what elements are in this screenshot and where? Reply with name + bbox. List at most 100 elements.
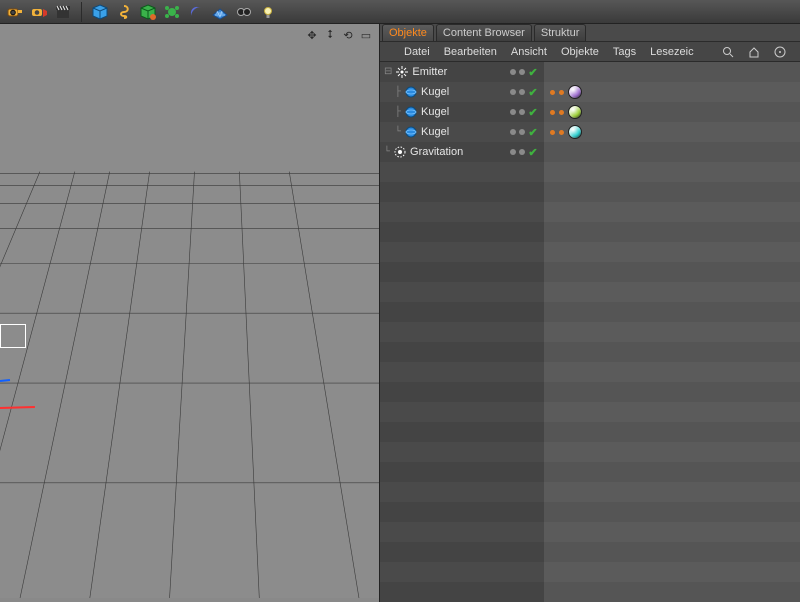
empty-row bbox=[544, 462, 800, 482]
empty-row bbox=[380, 302, 504, 322]
clapper-icon[interactable] bbox=[52, 1, 74, 23]
empty-row bbox=[544, 542, 800, 562]
empty-row bbox=[380, 202, 504, 222]
enable-check-icon[interactable]: ✔ bbox=[528, 146, 537, 159]
vis-dot-render-icon[interactable] bbox=[519, 89, 525, 95]
tab-label: Content Browser bbox=[443, 27, 525, 39]
empty-row bbox=[504, 502, 544, 522]
empty-row bbox=[504, 282, 544, 302]
visibility-cell[interactable]: ✔ bbox=[504, 62, 544, 82]
vis-dot-render-icon[interactable] bbox=[519, 109, 525, 115]
enable-check-icon[interactable]: ✔ bbox=[528, 66, 537, 79]
empty-row bbox=[544, 242, 800, 262]
panel-menu: Datei Bearbeiten Ansicht Objekte Tags Le… bbox=[380, 42, 800, 62]
empty-row bbox=[504, 362, 544, 382]
visibility-cell[interactable]: ✔ bbox=[504, 142, 544, 162]
array-icon[interactable] bbox=[161, 1, 183, 23]
vp-move-icon[interactable]: ✥ bbox=[305, 28, 319, 42]
spiral-icon[interactable] bbox=[113, 1, 135, 23]
empty-row bbox=[504, 582, 544, 602]
material-tag-icon[interactable] bbox=[568, 125, 582, 139]
menu-tags[interactable]: Tags bbox=[613, 46, 636, 58]
tree-item[interactable]: └Kugel bbox=[380, 122, 504, 142]
cube-physics-icon[interactable] bbox=[137, 1, 159, 23]
floor-icon[interactable] bbox=[209, 1, 231, 23]
visibility-cell[interactable]: ✔ bbox=[504, 102, 544, 122]
tree-item[interactable]: ├Kugel bbox=[380, 102, 504, 122]
enable-check-icon[interactable]: ✔ bbox=[528, 106, 537, 119]
sphere-icon bbox=[404, 105, 418, 119]
enable-check-icon[interactable]: ✔ bbox=[528, 86, 537, 99]
tab-objekte[interactable]: Objekte bbox=[382, 24, 434, 41]
sphere-icon bbox=[404, 125, 418, 139]
tree-item[interactable]: └Gravitation bbox=[380, 142, 504, 162]
empty-row bbox=[504, 302, 544, 322]
bend-icon[interactable] bbox=[185, 1, 207, 23]
tag-cell[interactable] bbox=[544, 122, 800, 142]
menu-datei[interactable]: Datei bbox=[404, 46, 430, 58]
empty-row bbox=[380, 582, 504, 602]
empty-row bbox=[380, 482, 504, 502]
vp-maximize-icon[interactable]: ▭ bbox=[359, 28, 373, 42]
bead-icon bbox=[559, 90, 564, 95]
object-tree[interactable]: ⊟Emitter├Kugel├Kugel└Kugel└Gravitation ✔… bbox=[380, 62, 800, 602]
tree-item[interactable]: ⊟Emitter bbox=[380, 62, 504, 82]
cube-icon[interactable] bbox=[89, 1, 111, 23]
material-tag-icon[interactable] bbox=[568, 105, 582, 119]
vis-dot-editor-icon[interactable] bbox=[510, 149, 516, 155]
goggles-icon[interactable] bbox=[233, 1, 255, 23]
tag-cell[interactable] bbox=[544, 142, 800, 162]
empty-row bbox=[380, 322, 504, 342]
empty-row bbox=[380, 342, 504, 362]
tree-item-label: Emitter bbox=[412, 66, 447, 78]
tree-item-label: Kugel bbox=[421, 126, 449, 138]
empty-row bbox=[544, 222, 800, 242]
search-icon[interactable] bbox=[722, 45, 734, 59]
menu-bearbeiten[interactable]: Bearbeiten bbox=[444, 46, 497, 58]
bead-icon bbox=[550, 110, 555, 115]
empty-row bbox=[544, 562, 800, 582]
enable-check-icon[interactable]: ✔ bbox=[528, 126, 537, 139]
vis-dot-render-icon[interactable] bbox=[519, 129, 525, 135]
bead-icon bbox=[550, 130, 555, 135]
empty-row bbox=[504, 322, 544, 342]
empty-row bbox=[380, 502, 504, 522]
empty-row bbox=[544, 262, 800, 282]
menu-objekte[interactable]: Objekte bbox=[561, 46, 599, 58]
empty-row bbox=[504, 262, 544, 282]
empty-row bbox=[380, 362, 504, 382]
menu-lesezeichen[interactable]: Lesezeic bbox=[650, 46, 693, 58]
menu-ansicht[interactable]: Ansicht bbox=[511, 46, 547, 58]
light-icon[interactable] bbox=[257, 1, 279, 23]
home-icon[interactable] bbox=[748, 45, 760, 59]
tag-cell[interactable] bbox=[544, 102, 800, 122]
visibility-cell[interactable]: ✔ bbox=[504, 82, 544, 102]
empty-row bbox=[504, 482, 544, 502]
tag-cell[interactable] bbox=[544, 62, 800, 82]
tab-label: Struktur bbox=[541, 27, 580, 39]
vp-rotate-icon[interactable]: ⟲ bbox=[341, 28, 355, 42]
empty-row bbox=[380, 542, 504, 562]
viewport-3d[interactable]: ✥ ⭥ ⟲ ▭ bbox=[0, 24, 380, 602]
visibility-cell[interactable]: ✔ bbox=[504, 122, 544, 142]
empty-row bbox=[504, 522, 544, 542]
vis-dot-render-icon[interactable] bbox=[519, 69, 525, 75]
material-tag-icon[interactable] bbox=[568, 85, 582, 99]
vp-zoom-icon[interactable]: ⭥ bbox=[323, 28, 337, 42]
vis-dot-editor-icon[interactable] bbox=[510, 69, 516, 75]
selection-rect bbox=[0, 324, 26, 348]
render-icon[interactable] bbox=[28, 1, 50, 23]
feedback-icon[interactable] bbox=[774, 45, 786, 59]
tab-content-browser[interactable]: Content Browser bbox=[436, 24, 532, 41]
tree-item[interactable]: ├Kugel bbox=[380, 82, 504, 102]
tag-cell[interactable] bbox=[544, 82, 800, 102]
empty-row bbox=[380, 162, 504, 182]
empty-row bbox=[504, 442, 544, 462]
camera-icon[interactable] bbox=[4, 1, 26, 23]
vis-dot-editor-icon[interactable] bbox=[510, 129, 516, 135]
vis-dot-editor-icon[interactable] bbox=[510, 89, 516, 95]
vis-dot-editor-icon[interactable] bbox=[510, 109, 516, 115]
empty-row bbox=[380, 382, 504, 402]
vis-dot-render-icon[interactable] bbox=[519, 149, 525, 155]
tab-struktur[interactable]: Struktur bbox=[534, 24, 587, 41]
